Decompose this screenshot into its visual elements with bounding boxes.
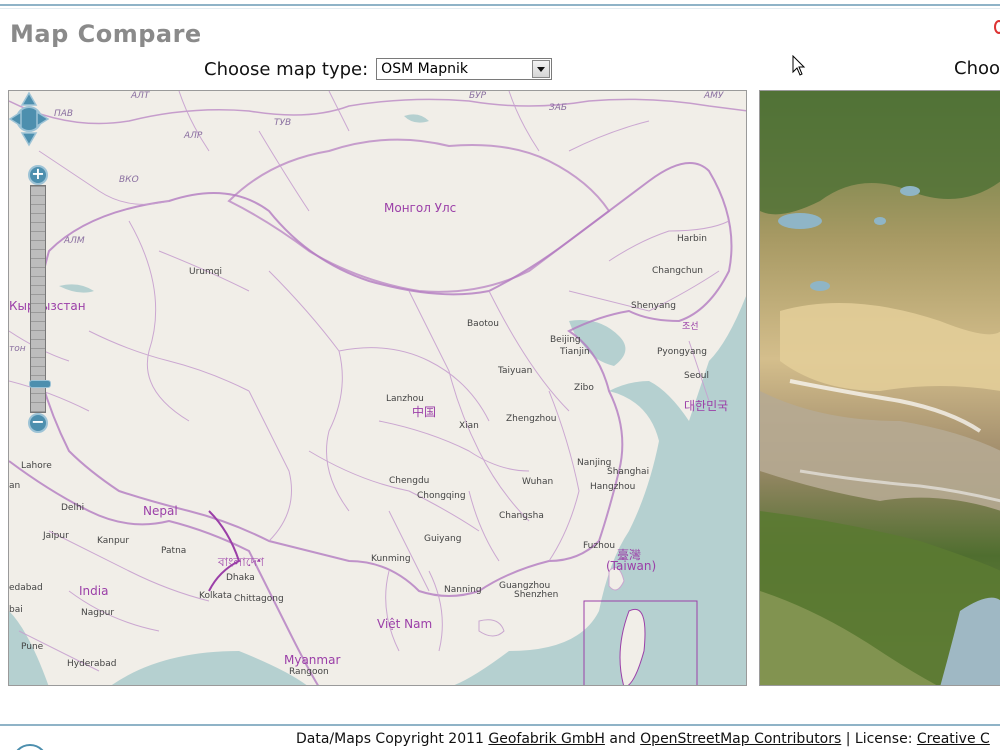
map-label: Xian xyxy=(459,421,479,431)
map-label: Nagpur xyxy=(81,608,115,618)
map-label: Tianjin xyxy=(560,347,590,357)
map-label: АЛМ xyxy=(64,236,85,246)
map-label: edabad xyxy=(9,583,43,593)
map-label-bangladesh: বাংলাদেশ xyxy=(218,555,264,569)
map-label-india: India xyxy=(79,584,109,598)
map-type-label-right: Choose map type: xyxy=(954,58,1000,79)
map-label: Hyderabad xyxy=(67,659,117,669)
map-label: Changsha xyxy=(499,511,544,521)
map-label-vietnam: Việt Nam xyxy=(377,617,433,631)
map-label: Guiyang xyxy=(424,534,462,544)
map-label: Delhi xyxy=(61,503,85,513)
map-label: Kanpur xyxy=(97,536,130,546)
map-label: Taiyuan xyxy=(498,366,533,376)
map-label: Rangoon xyxy=(289,667,329,677)
map-label: Fuzhou xyxy=(583,541,616,551)
map-type-chooser-left: Choose map type: OSM Mapnik xyxy=(204,58,553,80)
geofabrik-link[interactable]: Geofabrik GmbH xyxy=(488,731,605,747)
map-label: Patna xyxy=(161,546,187,556)
footer-divider xyxy=(0,724,1000,726)
map-label: Hangzhou xyxy=(590,482,636,492)
footer-logo-icon xyxy=(12,744,48,750)
map-label: Changchun xyxy=(652,266,703,276)
map-label: Nanning xyxy=(444,585,482,595)
map-label: ЗАБ xyxy=(549,103,568,113)
map-label: an xyxy=(9,481,21,491)
map-type-label: Choose map type: xyxy=(204,58,369,80)
map-label: АМУ xyxy=(704,91,724,101)
map-label: Shenzhen xyxy=(514,590,559,600)
corner-logo-icon xyxy=(994,20,1000,34)
map-label: Baotou xyxy=(467,319,499,329)
zoom-in-icon[interactable]: + xyxy=(28,165,48,185)
zoom-slider-handle[interactable] xyxy=(29,380,51,388)
map-label: Shenyang xyxy=(631,301,676,311)
map-label: Zhengzhou xyxy=(506,414,557,424)
map-label-korea: 대한민국 xyxy=(684,399,729,413)
map-label: Kunming xyxy=(371,554,411,564)
map-label: Wuhan xyxy=(522,477,554,487)
zoom-out-icon[interactable]: − xyxy=(28,413,48,433)
map-label: ТУВ xyxy=(274,118,292,128)
osm-contributors-link[interactable]: OpenStreetMap Contributors xyxy=(640,731,841,747)
map-label: Beijing xyxy=(550,335,581,345)
map-label: Urumqi xyxy=(189,267,222,277)
map-label-myanmar: Myanmar xyxy=(284,653,341,667)
map-label: Chongqing xyxy=(417,491,466,501)
satellite-map-view[interactable] xyxy=(759,90,1000,686)
license-link[interactable]: Creative C xyxy=(917,731,990,747)
satellite-graphics xyxy=(760,91,1000,685)
chevron-down-icon[interactable] xyxy=(532,60,551,78)
map-label-mongolia: Монгол Улс xyxy=(384,201,457,215)
top-border xyxy=(0,0,1000,9)
map-label: Chittagong xyxy=(234,594,284,604)
footer-prefix: Data/Maps Copyright 2011 xyxy=(296,731,484,747)
map-label-china: 中国 xyxy=(412,405,437,419)
map-type-selected-value: OSM Mapnik xyxy=(381,61,469,77)
map-label: Shanghai xyxy=(607,467,650,477)
map-label: БУР xyxy=(469,91,487,101)
map-type-chooser-right: Choose map type: xyxy=(954,58,1000,79)
map-label: ВКО xyxy=(119,175,139,185)
map-label-taiwan: (Taiwan) xyxy=(606,559,657,573)
pan-arrows-icon[interactable] xyxy=(9,91,49,147)
map-label: ПАВ xyxy=(54,109,74,119)
map-label: Jaipur xyxy=(43,531,69,541)
zoom-control: + − xyxy=(28,165,51,435)
map-label-nepal: Nepal xyxy=(143,504,178,518)
page-title: Map Compare xyxy=(10,20,202,48)
map-label: Seoul xyxy=(684,371,709,381)
footer-and: and xyxy=(609,731,636,747)
map-label: Dhaka xyxy=(226,573,255,583)
map-label: Chengdu xyxy=(389,476,430,486)
osm-map-view[interactable]: АЛТ ПАВ АЛР ТУВ БУР ЗАБ АМУ ВКО АЛМ тон … xyxy=(8,90,747,686)
map-label: тон xyxy=(9,344,26,354)
mouse-pointer-icon xyxy=(792,55,806,76)
map-label: Harbin xyxy=(677,234,707,244)
map-label: АЛТ xyxy=(131,91,150,101)
map-type-select[interactable]: OSM Mapnik xyxy=(376,58,553,80)
map-label: Lahore xyxy=(21,461,52,471)
zoom-track[interactable] xyxy=(29,185,51,413)
map-label: АЛР xyxy=(184,131,203,141)
map-label: Pyongyang xyxy=(657,347,707,357)
map-label: Zibo xyxy=(574,383,594,393)
map-label-pyongyang-native: 조선 xyxy=(682,322,699,332)
footer-license-prefix: | License: xyxy=(845,731,913,747)
map-label: bai xyxy=(9,605,23,615)
map-label: Pune xyxy=(21,642,44,652)
footer-copyright: Data/Maps Copyright 2011 Geofabrik GmbH … xyxy=(296,731,990,747)
map-label: Kolkata xyxy=(199,591,233,601)
